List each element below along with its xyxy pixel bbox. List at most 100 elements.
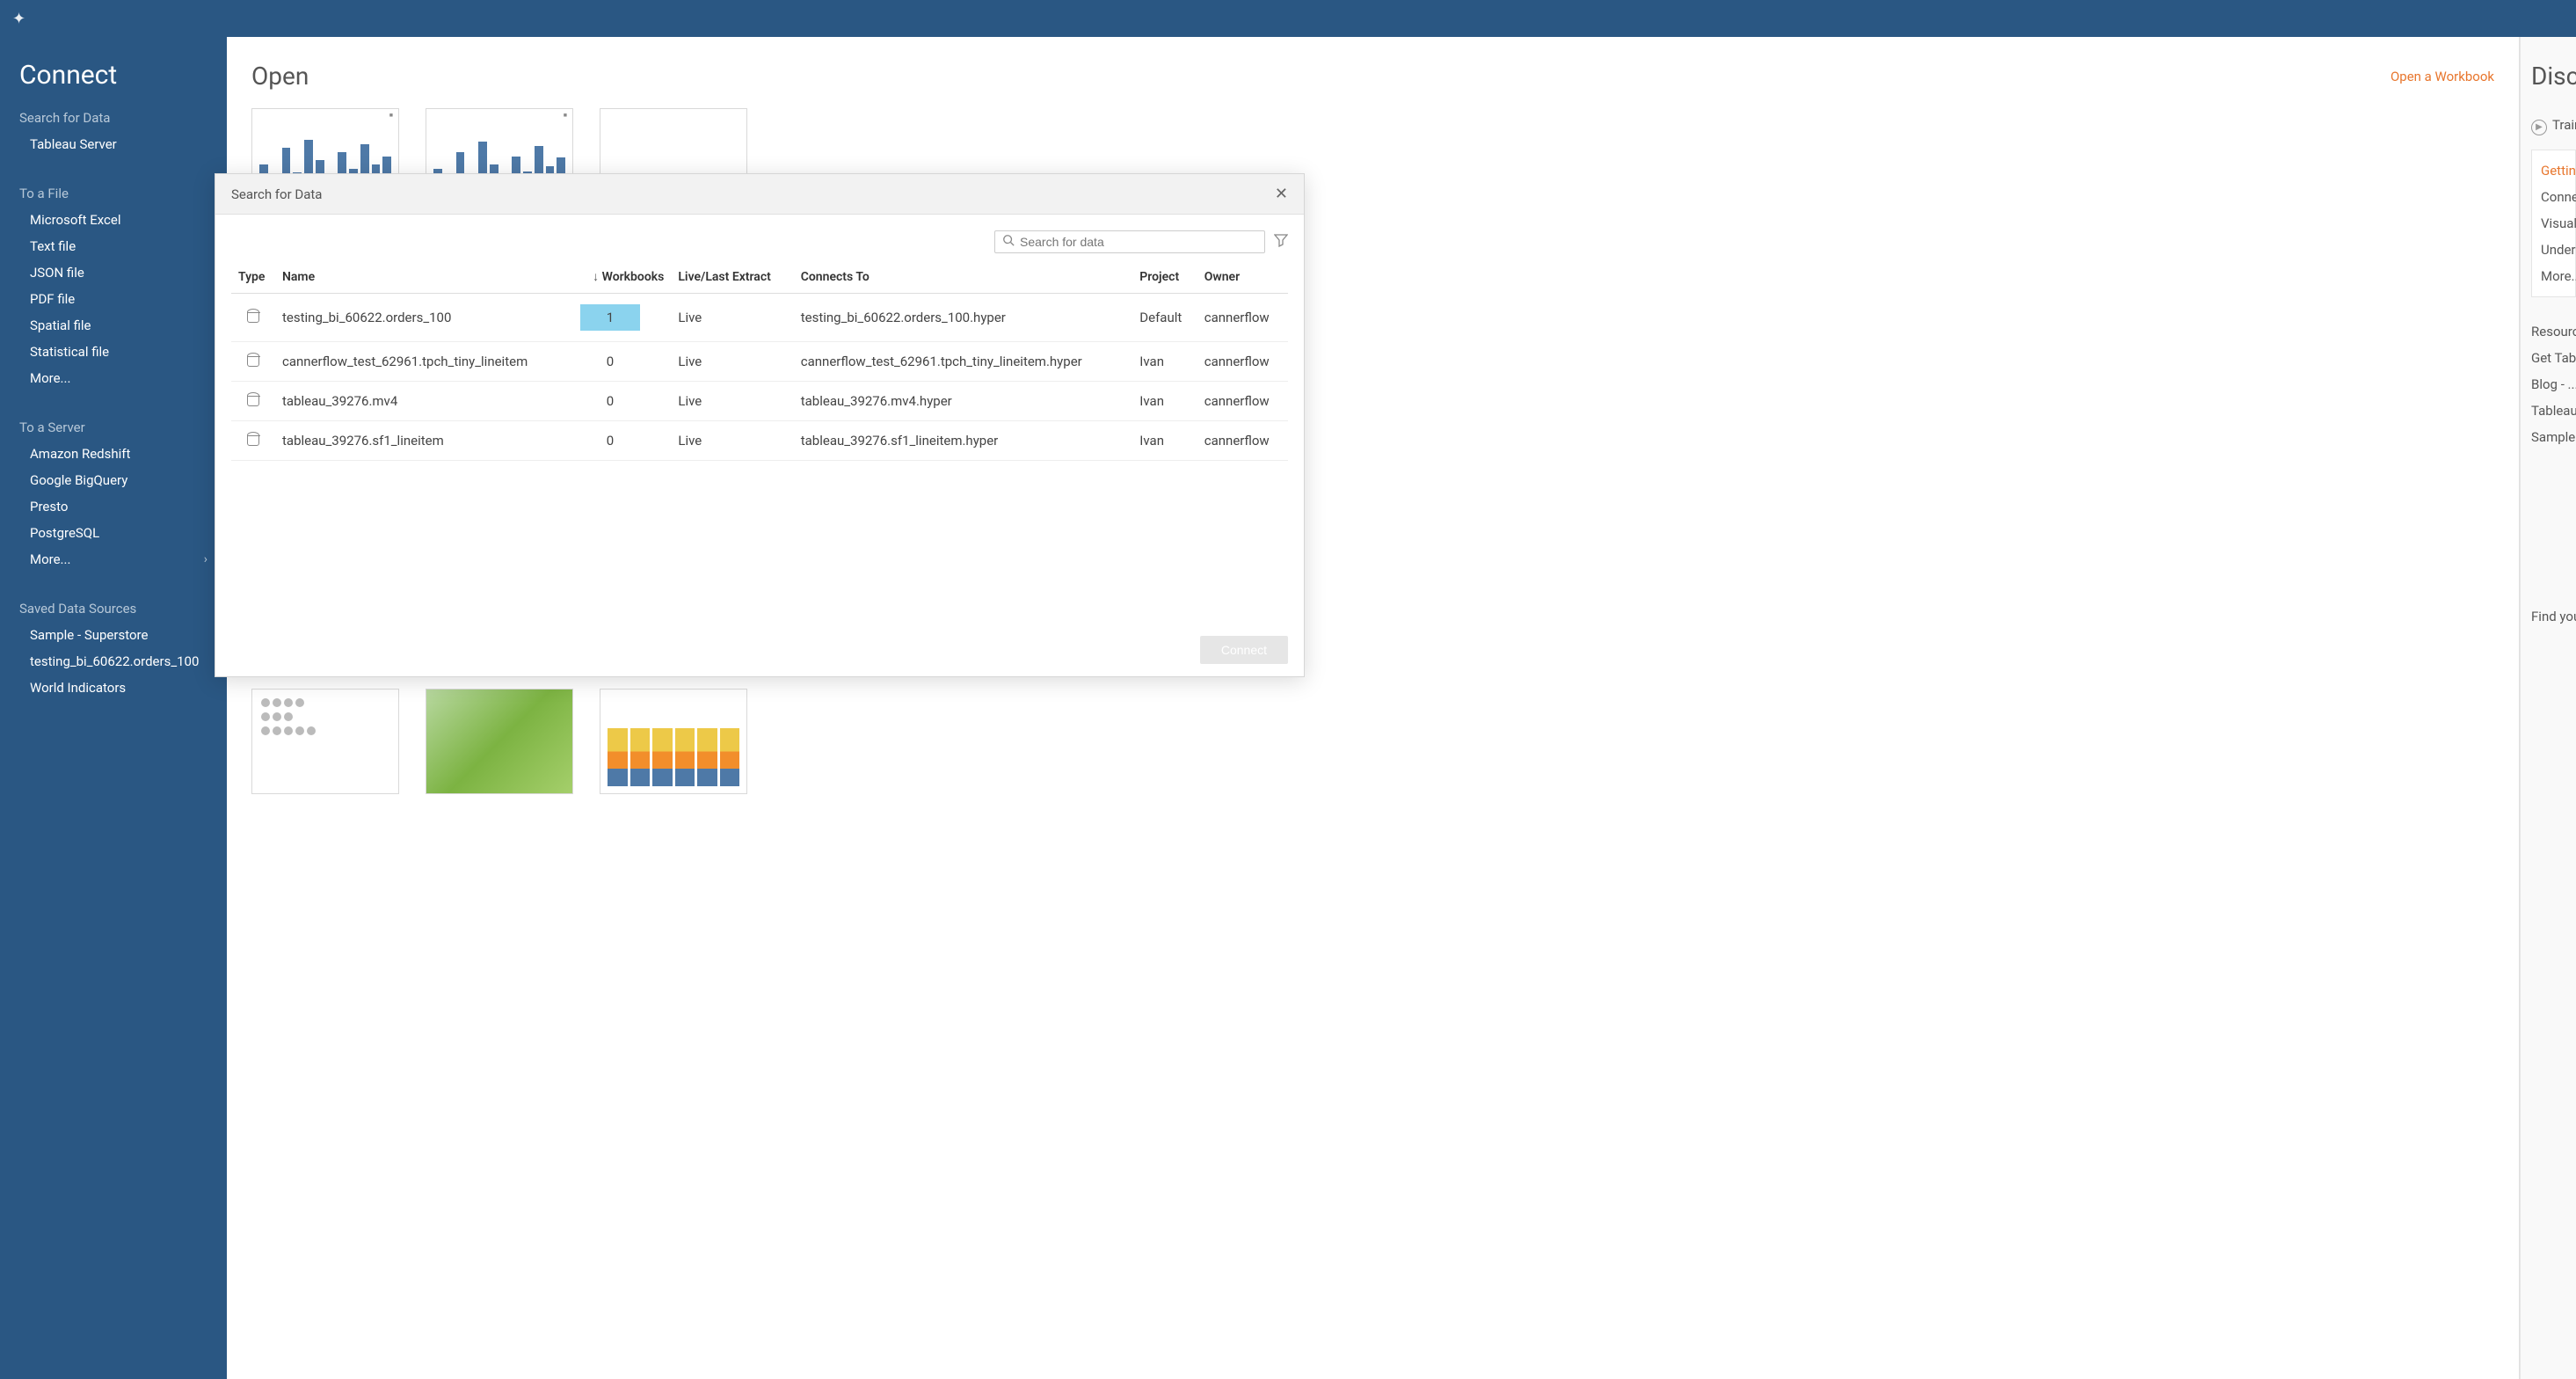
- modal-toolbar: [215, 215, 1304, 260]
- database-icon: [247, 392, 259, 406]
- cell-connects: tableau_39276.mv4.hyper: [794, 382, 1133, 421]
- sidebar-item-pdf-file[interactable]: PDF file: [0, 286, 227, 312]
- cell-project: Ivan: [1132, 342, 1197, 382]
- sidebar-title: Connect: [0, 55, 227, 105]
- sidebar-item-statistical-file[interactable]: Statistical file: [0, 339, 227, 365]
- filter-icon[interactable]: [1274, 233, 1288, 251]
- training-item-visual[interactable]: Visual Analytics: [2541, 210, 2575, 237]
- chevron-right-icon: ›: [204, 552, 207, 566]
- cell-type: [231, 342, 275, 382]
- sidebar-item-sample-superstore[interactable]: Sample - Superstore: [0, 622, 227, 648]
- discover-panel: Discover ▶Training Getting Started Conne…: [2520, 37, 2576, 1379]
- cell-live: Live: [671, 294, 793, 342]
- search-data-modal: Search for Data ✕ Type Name Workbooks Li…: [215, 173, 1305, 677]
- sidebar-item-spatial-file[interactable]: Spatial file: [0, 312, 227, 339]
- sidebar-item-file-more[interactable]: More...: [0, 365, 227, 391]
- cell-project: Ivan: [1132, 382, 1197, 421]
- main-header: Open Open a Workbook: [227, 37, 2519, 99]
- workbook-thumb-dots[interactable]: [251, 689, 399, 794]
- open-workbook-link[interactable]: Open a Workbook: [2390, 69, 2494, 84]
- sidebar-item-postgres[interactable]: PostgreSQL: [0, 520, 227, 546]
- modal-footer: Connect: [215, 624, 1304, 676]
- sidebar-group-search: Search for Data Tableau Server: [0, 105, 227, 157]
- training-item-connecting[interactable]: Connecting to Data: [2541, 184, 2575, 210]
- col-owner[interactable]: Owner: [1197, 260, 1288, 294]
- search-box[interactable]: [994, 230, 1265, 253]
- discover-title: Discover: [2531, 62, 2576, 91]
- modal-title: Search for Data: [231, 186, 322, 202]
- col-project[interactable]: Project: [1132, 260, 1197, 294]
- resources-item-conf[interactable]: Tableau Conference: [2531, 398, 2576, 424]
- cell-connects: cannerflow_test_62961.tpch_tiny_lineitem…: [794, 342, 1133, 382]
- cell-live: Live: [671, 421, 793, 461]
- resources-label: Resources: [2531, 318, 2576, 345]
- sidebar-item-bigquery[interactable]: Google BigQuery: [0, 467, 227, 493]
- sidebar-label-search: Search for Data: [0, 105, 227, 131]
- cell-name: tableau_39276.sf1_lineitem: [275, 421, 573, 461]
- sidebar-group-saved: Saved Data Sources Sample - Superstore t…: [0, 595, 227, 701]
- tableau-logo-icon: ✦: [12, 10, 25, 28]
- cell-owner: cannerflow: [1197, 294, 1288, 342]
- resources-item-sample[interactable]: Sample ...: [2531, 424, 2576, 450]
- sidebar-group-server: To a Server Amazon Redshift Google BigQu…: [0, 414, 227, 573]
- training-item-understanding[interactable]: Understanding Tableau: [2541, 237, 2575, 263]
- training-item-getting-started[interactable]: Getting Started: [2541, 157, 2575, 184]
- connect-button[interactable]: Connect: [1200, 636, 1288, 664]
- col-live[interactable]: Live/Last Extract: [671, 260, 793, 294]
- col-name[interactable]: Name: [275, 260, 573, 294]
- col-type[interactable]: Type: [231, 260, 275, 294]
- play-icon: ▶: [2531, 120, 2547, 135]
- training-link[interactable]: ▶Training: [2531, 112, 2576, 141]
- resources-item-prep[interactable]: Get Tableau Prep: [2531, 345, 2576, 371]
- cell-connects: testing_bi_60622.orders_100.hyper: [794, 294, 1133, 342]
- search-input[interactable]: [1020, 235, 1257, 249]
- sidebar-item-json-file[interactable]: JSON file: [0, 259, 227, 286]
- training-block: Getting Started Connecting to Data Visua…: [2531, 150, 2576, 297]
- open-title: Open: [251, 62, 309, 91]
- table-header-row: Type Name Workbooks Live/Last Extract Co…: [231, 260, 1288, 294]
- cell-workbooks: 1: [573, 294, 672, 342]
- col-workbooks[interactable]: Workbooks: [573, 260, 672, 294]
- cell-type: [231, 382, 275, 421]
- app-topbar: ✦: [0, 0, 2576, 37]
- connect-sidebar: Connect Search for Data Tableau Server T…: [0, 37, 227, 1379]
- sidebar-label-saved: Saved Data Sources: [0, 595, 227, 622]
- sidebar-item-redshift[interactable]: Amazon Redshift: [0, 441, 227, 467]
- database-icon: [247, 309, 259, 323]
- resources-item-blog[interactable]: Blog - ...: [2531, 371, 2576, 398]
- data-table: Type Name Workbooks Live/Last Extract Co…: [215, 260, 1304, 624]
- modal-header: Search for Data ✕: [215, 174, 1304, 215]
- database-icon: [247, 353, 259, 367]
- table-row[interactable]: tableau_39276.mv4 0 Live tableau_39276.m…: [231, 382, 1288, 421]
- cell-connects: tableau_39276.sf1_lineitem.hyper: [794, 421, 1133, 461]
- training-item-more[interactable]: More...: [2541, 263, 2575, 289]
- sidebar-item-tableau-server[interactable]: Tableau Server: [0, 131, 227, 157]
- workbook-thumbnails-lower: [227, 680, 2519, 803]
- col-connects[interactable]: Connects To: [794, 260, 1133, 294]
- sidebar-label-server: To a Server: [0, 414, 227, 441]
- workbook-thumb-stacked[interactable]: [600, 689, 747, 794]
- search-icon: [1002, 234, 1015, 250]
- close-icon[interactable]: ✕: [1275, 185, 1288, 203]
- cell-live: Live: [671, 342, 793, 382]
- table-row[interactable]: cannerflow_test_62961.tpch_tiny_lineitem…: [231, 342, 1288, 382]
- database-icon: [247, 432, 259, 446]
- cell-name: testing_bi_60622.orders_100: [275, 294, 573, 342]
- sidebar-item-testing-bi[interactable]: testing_bi_60622.orders_100: [0, 648, 227, 675]
- table-row[interactable]: tableau_39276.sf1_lineitem 0 Live tablea…: [231, 421, 1288, 461]
- find-your-path: Find your path ...: [2531, 609, 2576, 624]
- cell-type: [231, 421, 275, 461]
- cell-type: [231, 294, 275, 342]
- sidebar-item-excel[interactable]: Microsoft Excel: [0, 207, 227, 233]
- cell-owner: cannerflow: [1197, 382, 1288, 421]
- sidebar-item-text-file[interactable]: Text file: [0, 233, 227, 259]
- cell-owner: cannerflow: [1197, 421, 1288, 461]
- workbook-thumb-map[interactable]: [426, 689, 573, 794]
- sidebar-item-presto[interactable]: Presto: [0, 493, 227, 520]
- sidebar-item-server-more[interactable]: More...›: [0, 546, 227, 573]
- sidebar-label-file: To a File: [0, 180, 227, 207]
- table-row[interactable]: testing_bi_60622.orders_100 1 Live testi…: [231, 294, 1288, 342]
- cell-live: Live: [671, 382, 793, 421]
- sidebar-item-world-indicators[interactable]: World Indicators: [0, 675, 227, 701]
- cell-owner: cannerflow: [1197, 342, 1288, 382]
